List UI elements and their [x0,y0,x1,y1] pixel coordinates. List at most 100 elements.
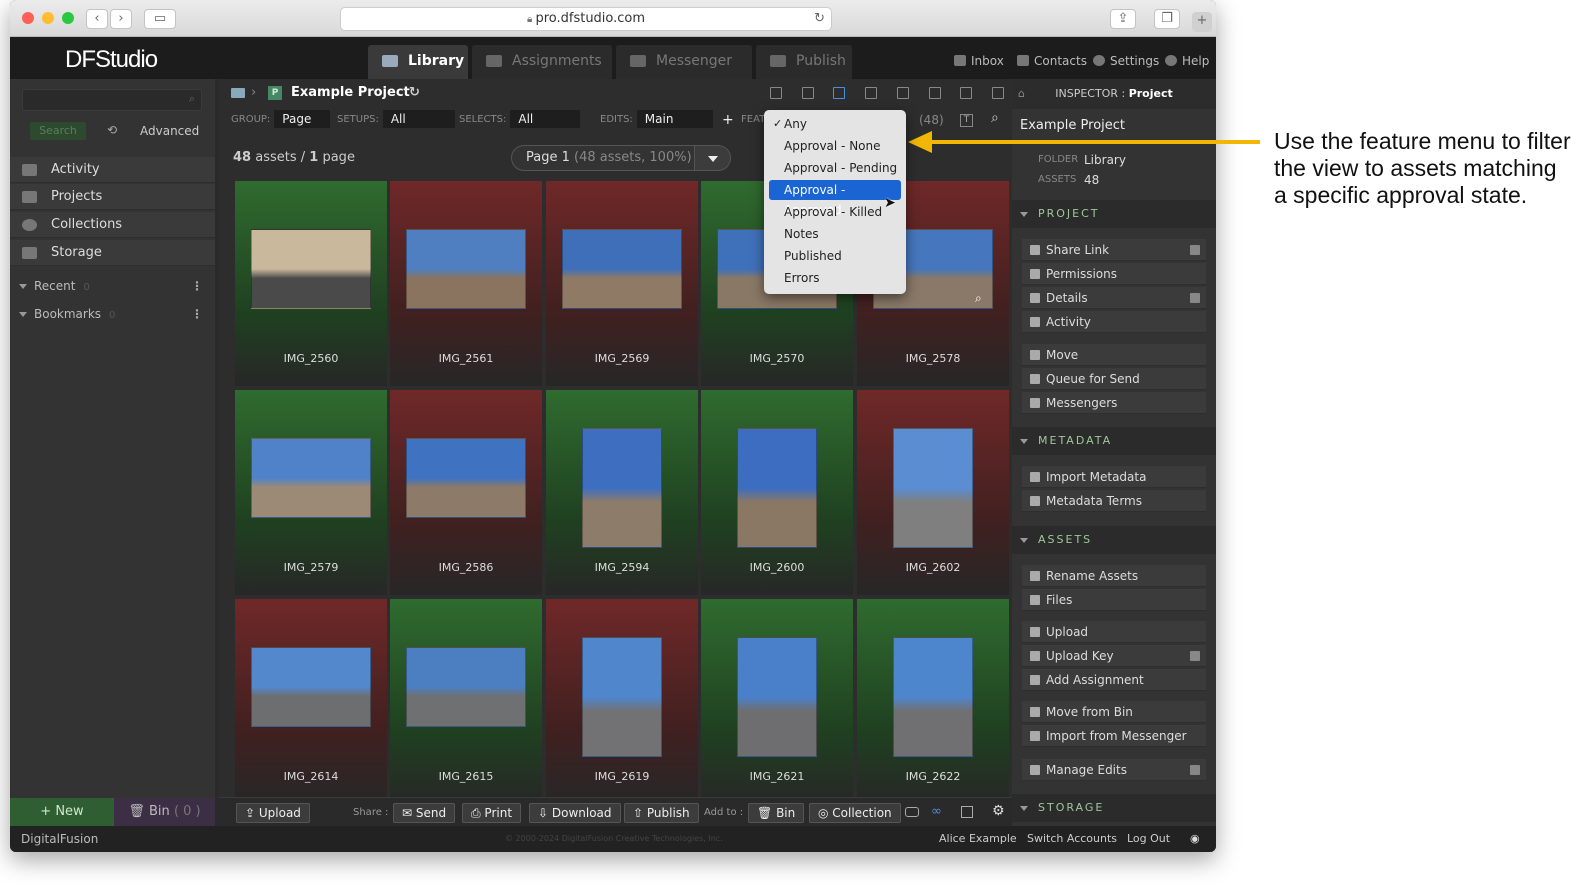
bookmark-icon[interactable]: ⌂ [1018,79,1025,109]
share-icon[interactable]: ⇪ [1110,9,1136,29]
setups-select[interactable]: All [382,110,455,128]
feature-menu-item[interactable]: Approval - Killed [769,202,901,222]
tab-messenger[interactable]: Messenger [616,45,752,79]
logout-link[interactable]: Log Out [1127,826,1170,852]
selects-filter[interactable]: SELECTS: All [459,109,581,131]
feature-menu-item[interactable]: Notes [769,224,901,244]
sidebar-item-collections[interactable]: Collections [10,212,215,238]
feature-menu-item[interactable]: Approval - Pending [769,158,901,178]
inspector-activity-button[interactable]: Activity [1022,311,1206,333]
group-select[interactable]: Page [274,110,331,128]
secondary-action-icon[interactable] [1190,245,1200,255]
advanced-search-link[interactable]: Advanced [140,124,199,138]
print-button[interactable]: ⎙ Print [462,803,522,823]
page-selector[interactable]: Page 1 (48 assets, 100%) [511,145,731,171]
link-icon[interactable]: ∞ [931,804,942,819]
inspector-import-metadata-button[interactable]: Import Metadata [1022,466,1206,488]
forward-arrow-icon[interactable]: › [110,9,132,29]
publish-button[interactable]: ⇧ Publish [624,803,699,823]
asset-thumbnail[interactable]: IMG_2579 [235,390,387,595]
eye-icon[interactable]: ◉ [1190,826,1200,852]
search-button[interactable]: Search [30,122,86,140]
zoom-window-button[interactable] [62,12,74,24]
address-bar[interactable]: 🔒︎ pro.dfstudio.com ↻ [340,7,832,31]
asset-thumbnail[interactable]: IMG_2569 [546,181,698,386]
sidebar-item-storage[interactable]: Storage [10,240,215,266]
tag-icon[interactable] [905,807,919,817]
user-name[interactable]: Alice Example [939,826,1017,852]
sidebar-item-activity[interactable]: Activity [10,157,215,183]
feature-menu-item[interactable]: Published [769,246,901,266]
setups-filter[interactable]: SETUPS: All [337,109,455,131]
inspector-add-assignment-button[interactable]: Add Assignment [1022,669,1206,691]
history-icon[interactable]: ⟲ [107,123,117,137]
sidebar-item-projects[interactable]: Projects [10,184,215,210]
sidebar-group-bookmarks[interactable]: Bookmarks 0 ⋮ [10,302,215,326]
text-filter-icon[interactable]: T [960,114,973,127]
settings-link[interactable]: Settings [1093,54,1159,68]
inspector-messengers-button[interactable]: Messengers [1022,392,1206,414]
grid-small-view-icon[interactable] [833,87,845,99]
edits-filter[interactable]: EDITS: Main [600,109,713,131]
edits-select[interactable]: Main [636,110,713,128]
asset-thumbnail[interactable]: IMG_2614 [235,599,387,804]
panel-icon[interactable] [961,806,973,818]
asset-thumbnail[interactable]: IMG_2602 [857,390,1009,595]
bin-button[interactable]: 🗑︎ Bin ( 0 ) [114,798,215,826]
inbox-link[interactable]: Inbox [954,54,1004,68]
asset-thumbnail[interactable]: IMG_2594 [546,390,698,595]
group-filter[interactable]: GROUP: Page [231,109,331,131]
add-filter-button[interactable]: + [722,109,734,131]
feature-menu-item[interactable]: Approval - Approved [769,180,901,217]
tab-library[interactable]: Library [368,45,468,79]
asset-thumbnail[interactable]: IMG_2619 [546,599,698,804]
detail-view-icon[interactable] [802,87,814,99]
switch-accounts-link[interactable]: Switch Accounts [1027,826,1117,852]
asset-thumbnail[interactable]: IMG_2561 [390,181,542,386]
add-to-bin-button[interactable]: 🗑︎ Bin [748,803,805,823]
more-menu-icon[interactable]: ⋮ [191,302,203,326]
feature-menu-item[interactable]: Errors [769,268,901,288]
asset-thumbnail[interactable]: IMG_2622 [857,599,1009,804]
inspector-queue-for-send-button[interactable]: Queue for Send [1022,368,1206,390]
inspector-upload-button[interactable]: Upload [1022,621,1206,643]
secondary-action-icon[interactable] [1190,293,1200,303]
compare-view-icon[interactable] [929,87,941,99]
inspector-details-button[interactable]: Details [1022,287,1206,309]
tab-publish[interactable]: Publish [756,45,852,79]
asset-thumbnail[interactable]: IMG_2586 [390,390,542,595]
tabs-overview-icon[interactable]: ❐ [1154,9,1180,29]
fullscreen-icon[interactable] [992,87,1004,99]
zoom-icon[interactable]: ⌕ [975,291,982,306]
download-button[interactable]: ⇩ Download [529,803,621,823]
search-icon[interactable]: ⌕ [991,110,999,126]
add-to-collection-button[interactable]: ◎ Collection [809,803,901,823]
tab-assignments[interactable]: Assignments [472,45,612,79]
sidebar-group-recent[interactable]: Recent 0 ⋮ [10,274,215,298]
single-view-icon[interactable] [897,87,909,99]
inspector-permissions-button[interactable]: Permissions [1022,263,1206,285]
upload-button[interactable]: ⇪ Upload [236,803,310,823]
new-tab-icon[interactable]: + [1192,12,1212,32]
gear-icon[interactable]: ⚙ [992,803,1005,819]
inspector-files-button[interactable]: Files [1022,589,1206,611]
inspector-rename-assets-button[interactable]: Rename Assets [1022,565,1206,587]
secondary-action-icon[interactable] [1190,651,1200,661]
asset-thumbnail[interactable]: IMG_2621 [701,599,853,804]
reload-icon[interactable]: ↻ [814,8,825,30]
more-menu-icon[interactable]: ⋮ [191,274,203,298]
contacts-link[interactable]: Contacts [1017,54,1087,68]
asset-thumbnail[interactable]: IMG_2560 [235,181,387,386]
section-assets[interactable]: ASSETS [1012,526,1216,554]
stack-view-icon[interactable] [960,87,972,99]
inspector-upload-key-button[interactable]: Upload Key [1022,645,1206,667]
library-icon[interactable] [231,88,245,98]
inspector-metadata-terms-button[interactable]: Metadata Terms [1022,490,1206,512]
inspector-move-from-bin-button[interactable]: Move from Bin [1022,701,1206,723]
asset-thumbnail[interactable]: IMG_2615 [390,599,542,804]
section-metadata[interactable]: METADATA [1012,427,1216,455]
back-arrow-icon[interactable]: ‹ [86,9,108,29]
list-view-icon[interactable] [770,87,782,99]
chevron-down-icon[interactable] [694,146,730,170]
inspector-manage-edits-button[interactable]: Manage Edits [1022,759,1206,781]
